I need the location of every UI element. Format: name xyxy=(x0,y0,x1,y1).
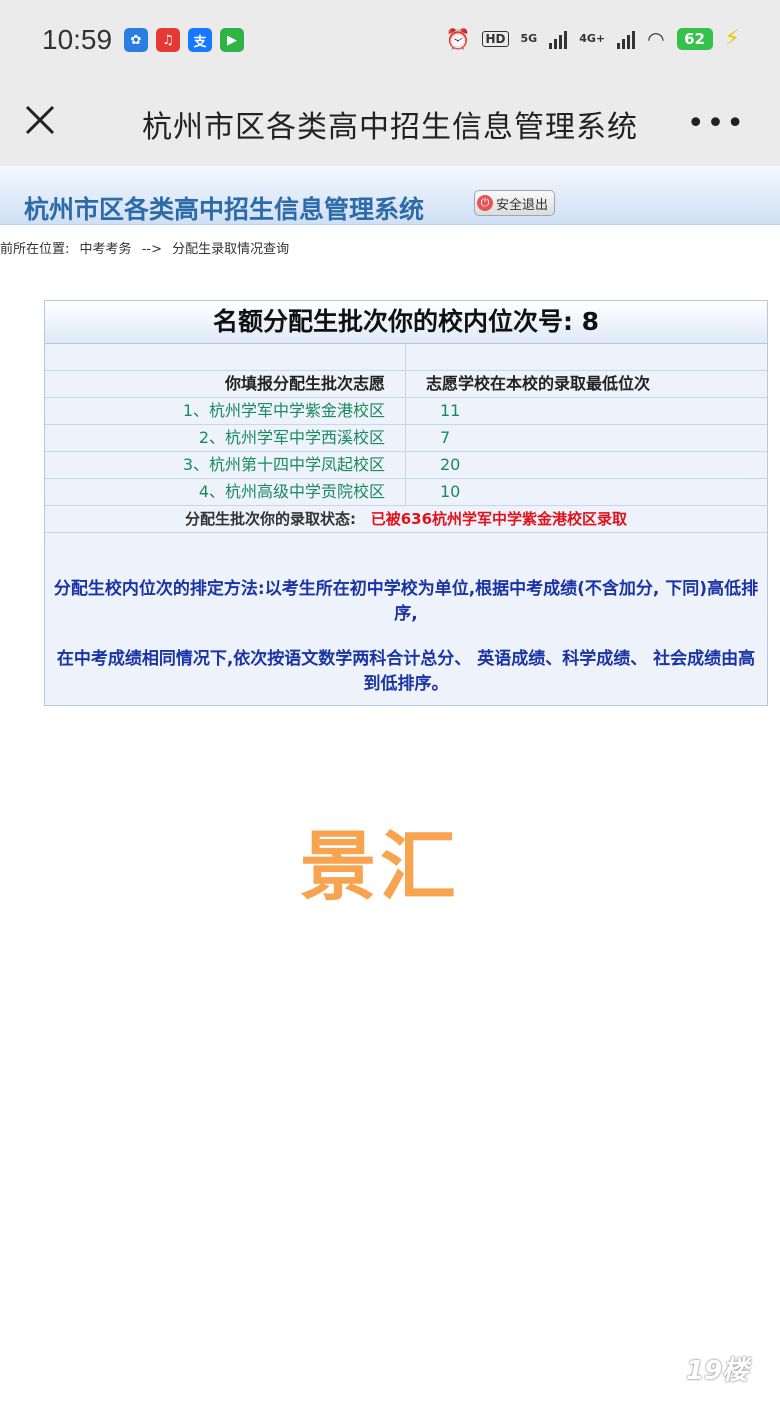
nav-title: 杭州市区各类高中招生信息管理系统 xyxy=(142,110,638,145)
table-header-row: 你填报分配生批次志愿 志愿学校在本校的录取最低位次 xyxy=(45,371,767,398)
column-header: 你填报分配生批次志愿 xyxy=(45,371,406,397)
rule-text: 分配生校内位次的排定方法:以考生所在初中学校为单位,根据中考成绩(不含加分, 下… xyxy=(53,579,759,624)
choice-school: 1、杭州学军中学紫金港校区 xyxy=(45,398,406,424)
empty-cell xyxy=(406,344,767,370)
alarm-icon: ⏰ xyxy=(445,26,471,51)
wifi-icon: ◠ xyxy=(647,26,665,51)
status-bar: 10:59 ✿ ♫ 支 ▶ ⏰ HD 5G 4G+ ◠ 62 ⚡ xyxy=(0,0,780,84)
more-options-button[interactable]: ••• xyxy=(687,106,746,141)
site-header: 杭州市区各类高中招生信息管理系统 ⏻ 安全退出 xyxy=(0,166,780,225)
logout-button[interactable]: ⏻ 安全退出 xyxy=(474,190,556,216)
system-indicators: ⏰ HD 5G 4G+ ◠ 62 ⚡ xyxy=(446,26,740,51)
rule-text: 在中考成绩相同情况下,依次按语文数学两科合计总分、 英语成绩、科学成绩、 社会成… xyxy=(56,649,756,694)
column-header: 志愿学校在本校的录取最低位次 xyxy=(426,374,651,393)
ranking-rules: 分配生校内位次的排定方法:以考生所在初中学校为单位,根据中考成绩(不含加分, 下… xyxy=(45,533,767,705)
choice-school: 2、杭州学军中学西溪校区 xyxy=(45,425,406,451)
admission-status-row: 分配生批次你的录取状态: 已被636杭州学军中学紫金港校区录取 xyxy=(45,506,767,533)
choice-school: 3、杭州第十四中学凤起校区 xyxy=(45,452,406,478)
app-notification-icon: ✿ xyxy=(124,28,148,52)
table-row: 3、杭州第十四中学凤起校区 20 xyxy=(45,452,767,479)
video-app-icon: ▶ xyxy=(220,28,244,52)
battery-icon: 62 xyxy=(676,27,713,50)
rank-title: 名额分配生批次你的校内位次号: 8 xyxy=(45,301,767,344)
site-title: 杭州市区各类高中招生信息管理系统 xyxy=(24,195,425,224)
choice-school: 4、杭州高级中学贡院校区 xyxy=(45,479,406,505)
charging-icon: ⚡ xyxy=(724,26,740,51)
breadcrumb-prefix: 前所在位置: xyxy=(0,242,70,257)
hd-icon: HD xyxy=(482,30,509,47)
logout-label: 安全退出 xyxy=(496,197,549,213)
site-logo: 19楼 xyxy=(686,1356,749,1386)
status-label: 分配生批次你的录取状态: xyxy=(184,510,356,528)
empty-cell xyxy=(45,344,406,370)
watermark-text: 景汇 xyxy=(300,822,460,911)
min-rank: 7 xyxy=(440,428,451,447)
table-row: 1、杭州学军中学紫金港校区 11 xyxy=(45,398,767,425)
signal-4g-icon xyxy=(617,29,636,49)
music-app-icon: ♫ xyxy=(156,28,180,52)
breadcrumb: 前所在位置: 中考考务 --> 分配生录取情况查询 xyxy=(0,238,295,257)
min-rank: 11 xyxy=(440,401,461,420)
status-value: 已被636杭州学军中学紫金港校区录取 xyxy=(370,510,628,528)
breadcrumb-item: 中考考务 xyxy=(79,242,132,257)
table-row: 2、杭州学军中学西溪校区 7 xyxy=(45,425,767,452)
table-row: 4、杭州高级中学贡院校区 10 xyxy=(45,479,767,506)
network-5g-label: 5G xyxy=(520,32,538,45)
breadcrumb-item: 分配生录取情况查询 xyxy=(172,242,290,257)
min-rank: 10 xyxy=(440,482,461,501)
signal-5g-icon xyxy=(549,29,568,49)
status-time: 10:59 xyxy=(42,24,113,55)
min-rank: 20 xyxy=(440,455,461,474)
browser-nav-bar: 杭州市区各类高中招生信息管理系统 ••• xyxy=(0,84,780,166)
admission-result-panel: 名额分配生批次你的校内位次号: 8 你填报分配生批次志愿 志愿学校在本校的录取最… xyxy=(44,300,768,706)
notification-icons: ✿ ♫ 支 ▶ xyxy=(124,28,244,52)
table-row xyxy=(45,344,767,371)
alipay-icon: 支 xyxy=(188,28,212,52)
breadcrumb-arrow: --> xyxy=(141,242,162,257)
power-icon: ⏻ xyxy=(477,195,493,211)
network-4g-label: 4G+ xyxy=(579,32,606,45)
